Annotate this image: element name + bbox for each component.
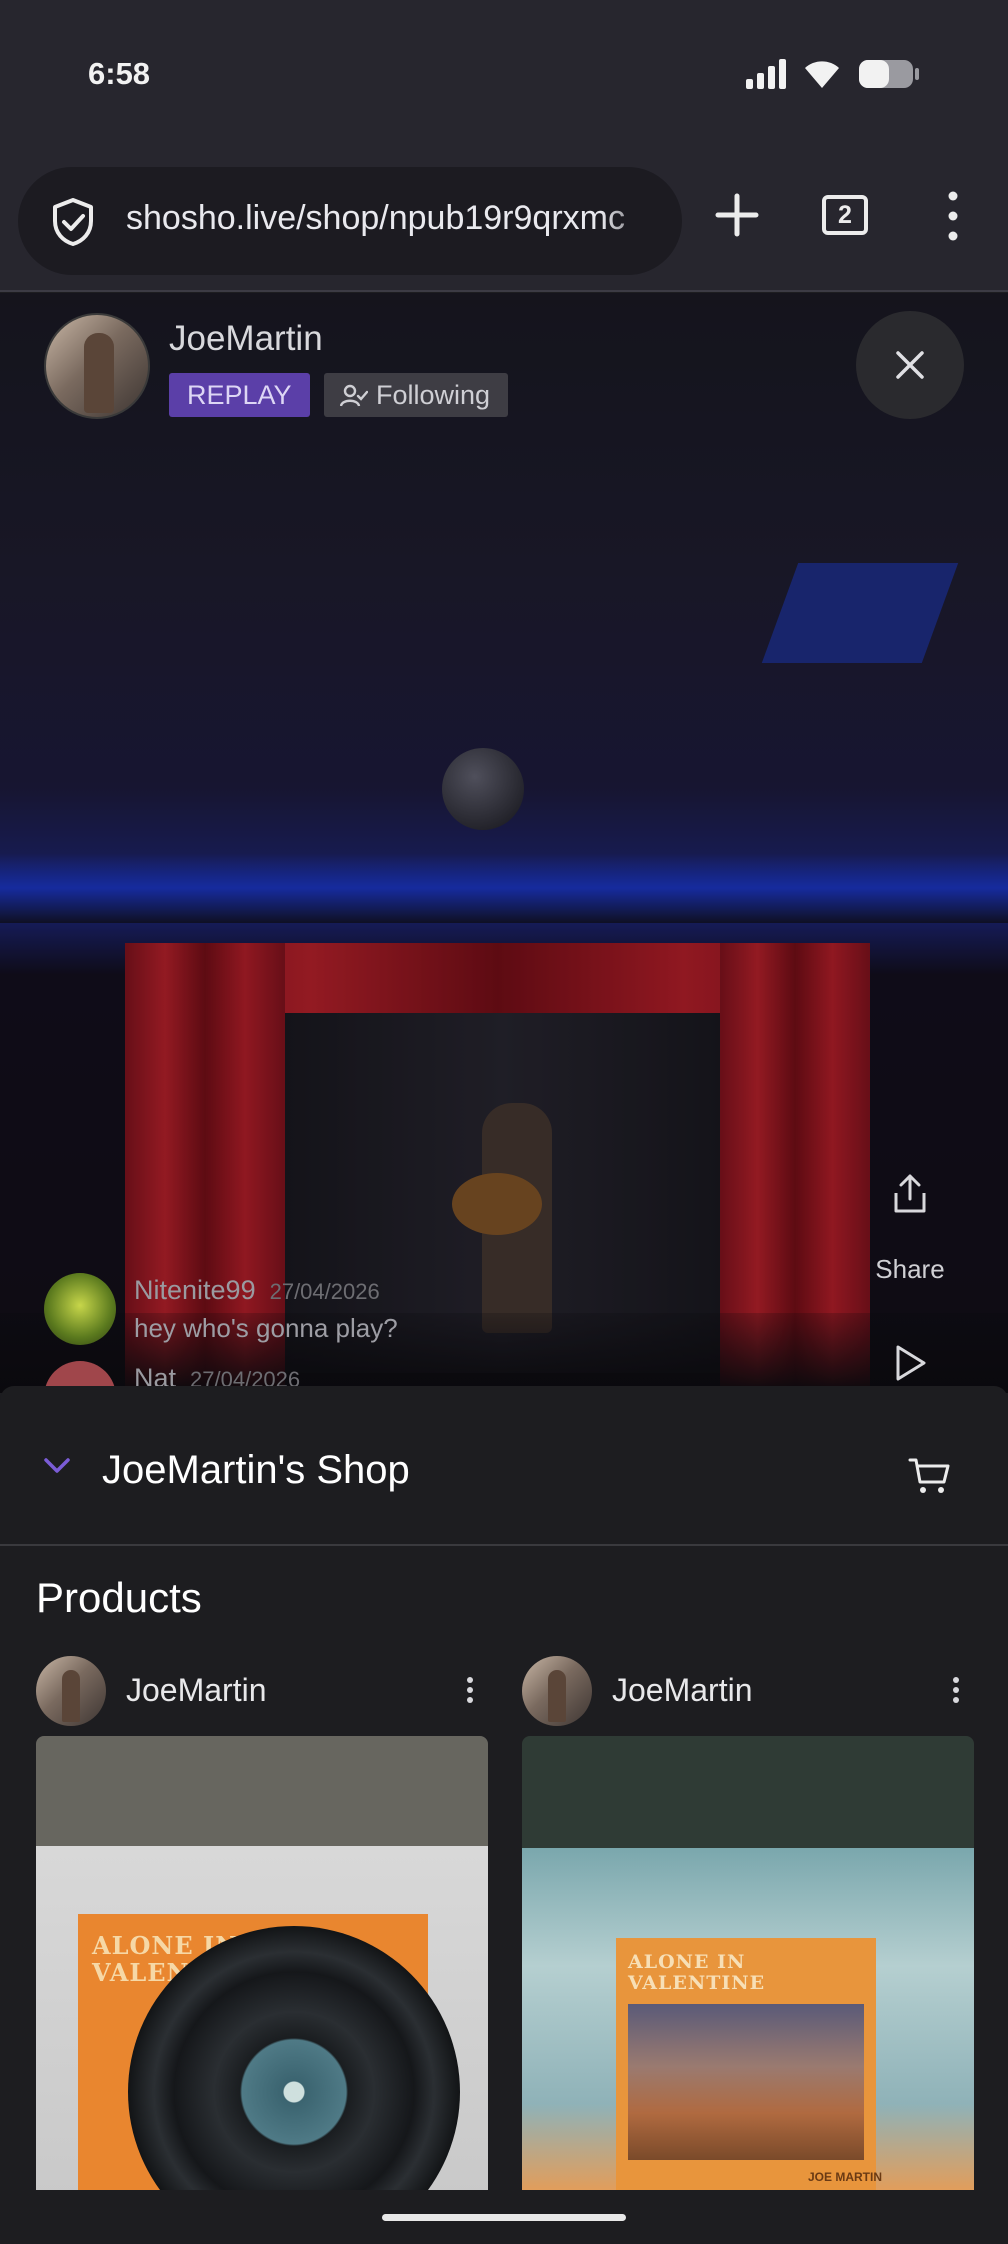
chevron-down-icon[interactable] <box>44 1458 70 1474</box>
gesture-bar <box>0 2190 1008 2244</box>
browser-menu-icon[interactable] <box>940 188 966 244</box>
tab-switcher-button[interactable]: 2 <box>822 195 868 235</box>
chat-text: hey who's gonna play? <box>134 1313 398 1343</box>
shop-header: JoeMartin's Shop <box>0 1386 1008 1546</box>
following-button[interactable]: Following <box>324 373 509 417</box>
album-cover-photo <box>628 2004 864 2160</box>
shop-panel: JoeMartin's Shop Products JoeMartin ALON… <box>0 1386 1008 2244</box>
wifi-icon <box>805 61 839 88</box>
status-bar: 6:58 <box>0 0 1008 150</box>
user-check-icon <box>340 384 368 407</box>
share-icon <box>894 1174 926 1213</box>
album-artist: JOE MARTIN <box>808 2170 883 2184</box>
product-image[interactable]: ALONE IN VALENTINE JOE MARTIN <box>522 1736 974 2196</box>
new-tab-button[interactable] <box>712 190 762 240</box>
status-time: 6:58 <box>88 56 151 91</box>
play-icon[interactable] <box>890 1343 930 1383</box>
chat-message: Nitenite99 27/04/2026 hey who's gonna pla… <box>44 1273 644 1353</box>
chat-date: 27/04/2026 <box>269 1279 380 1304</box>
share-label: Share <box>875 1254 945 1284</box>
shield-icon[interactable] <box>50 197 96 247</box>
album-cover-title: ALONE INVALENTINE <box>628 1951 766 1994</box>
seller-avatar[interactable] <box>522 1656 592 1726</box>
close-icon <box>896 351 924 379</box>
more-options-icon[interactable] <box>466 1676 474 1704</box>
browser-toolbar: shosho.live/shop/npub19r9qrxmc 2 <box>0 150 1008 292</box>
address-bar[interactable]: shosho.live/shop/npub19r9qrxmc <box>18 167 682 275</box>
seller-name[interactable]: JoeMartin <box>126 1672 267 1709</box>
following-label: Following <box>376 380 491 410</box>
product-image[interactable]: ALONE INVALENTINE <box>36 1736 488 2196</box>
seller-name[interactable]: JoeMartin <box>612 1672 753 1709</box>
streamer-avatar[interactable] <box>44 313 150 419</box>
status-icons <box>746 58 920 90</box>
replay-badge: REPLAY <box>169 373 310 417</box>
battery-icon <box>859 60 919 88</box>
shop-title: JoeMartin's Shop <box>102 1448 410 1492</box>
chat-username[interactable]: Nitenite99 27/04/2026 <box>134 1275 380 1306</box>
cart-icon[interactable] <box>908 1456 952 1496</box>
url-text[interactable]: shosho.live/shop/npub19r9qrxmc <box>126 199 666 238</box>
streamer-name[interactable]: JoeMartin <box>169 319 323 359</box>
share-button[interactable]: Share <box>850 1173 970 1285</box>
video-player[interactable]: JoeMartin REPLAY Following Share Nitenit… <box>0 293 1008 1393</box>
close-button[interactable] <box>856 311 964 419</box>
products-heading: Products <box>36 1574 202 1621</box>
home-indicator[interactable] <box>382 2214 626 2221</box>
chat-avatar[interactable] <box>44 1273 116 1345</box>
seller-avatar[interactable] <box>36 1656 106 1726</box>
more-options-icon[interactable] <box>952 1676 960 1704</box>
signal-icon <box>746 59 786 89</box>
